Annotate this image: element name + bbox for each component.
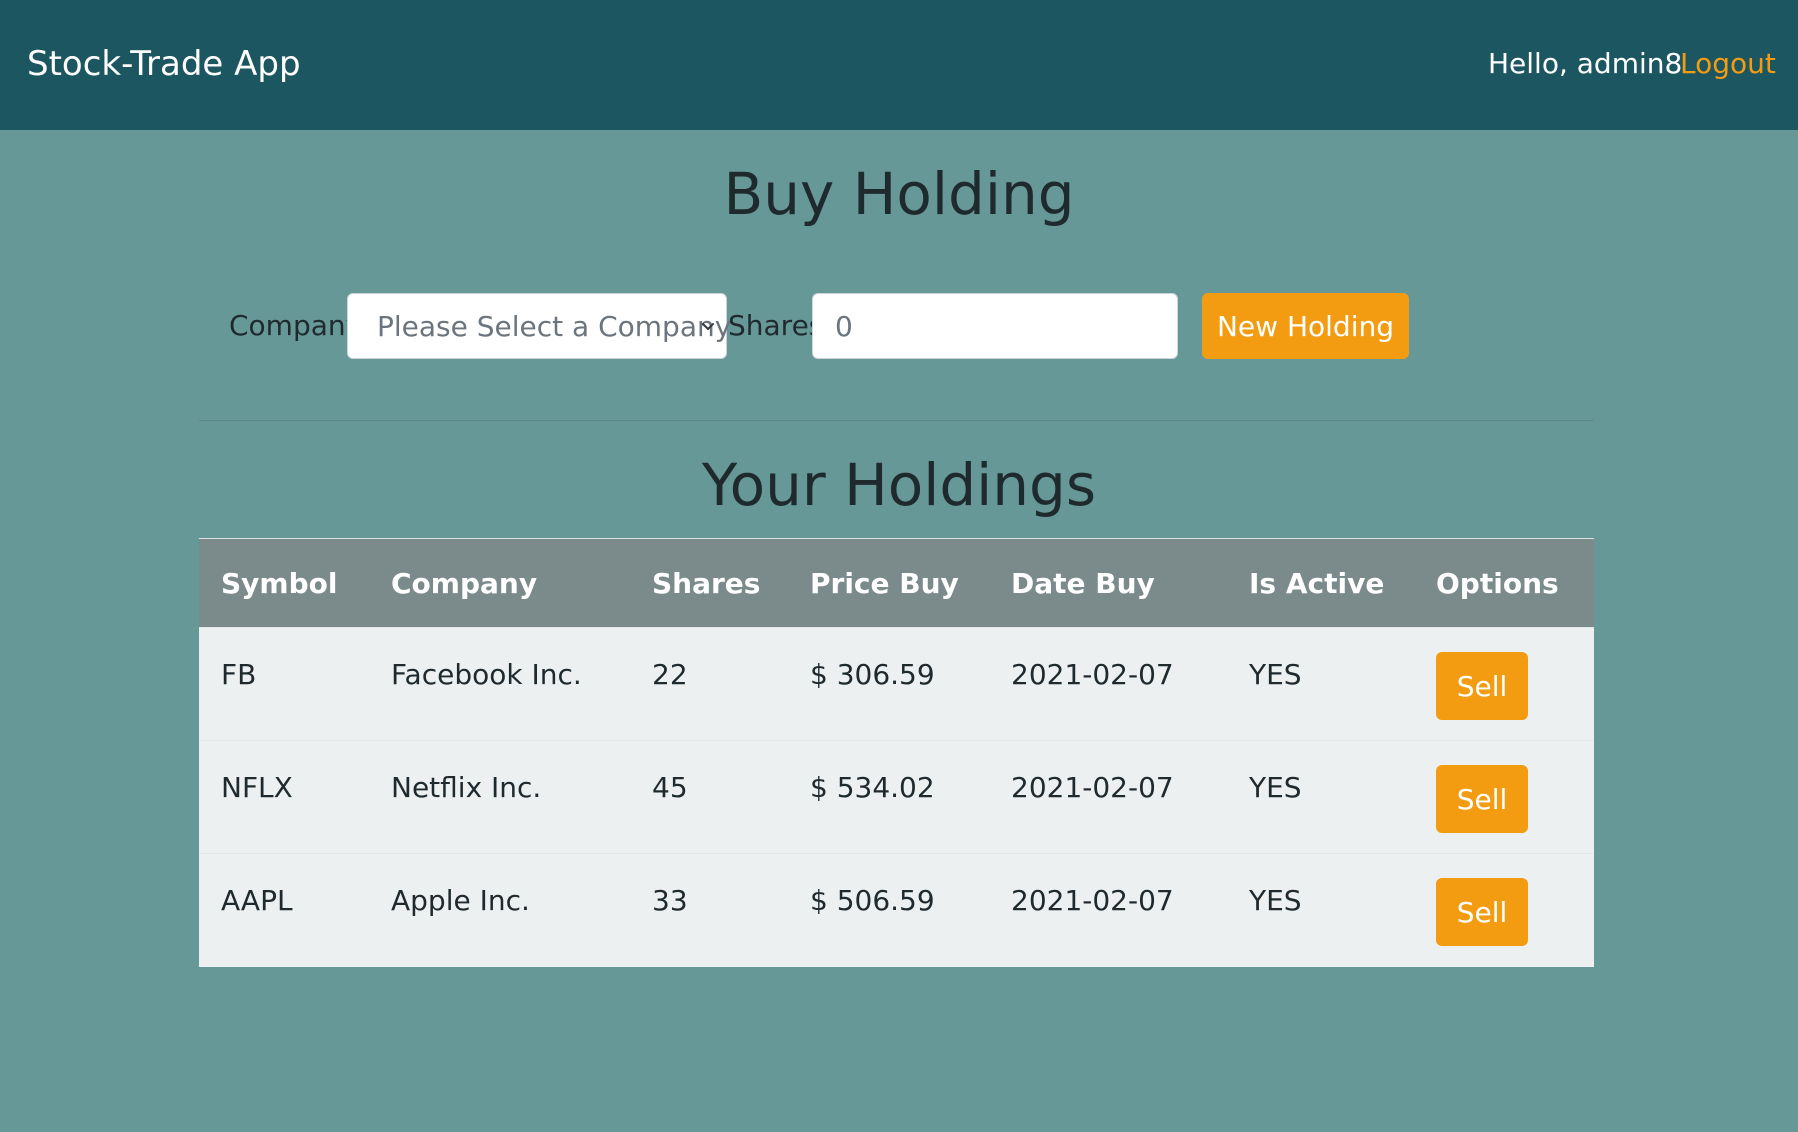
cell-company: Apple Inc. [391, 884, 530, 917]
cell-symbol: FB [221, 658, 257, 691]
cell-options: Sell [1414, 854, 1594, 967]
cell-date-buy: 2021-02-07 [1011, 658, 1174, 691]
column-header-symbol: Symbol [221, 566, 338, 600]
column-header-price-buy: Price Buy [810, 566, 959, 600]
sell-button[interactable]: Sell [1436, 878, 1528, 946]
cell-is-active: YES [1249, 771, 1302, 804]
company-label: Company [229, 309, 363, 342]
table-header-row: Symbol Company Shares Price Buy Date Buy… [199, 538, 1594, 628]
new-holding-button[interactable]: New Holding [1202, 293, 1409, 359]
buy-holding-title: Buy Holding [723, 160, 1075, 228]
brand-link[interactable]: Stock-Trade App [27, 44, 301, 84]
navbar: Stock-Trade App Hello, admin8 Logout [0, 0, 1798, 130]
company-select[interactable]: Please Select a Company [347, 293, 731, 359]
column-header-options: Options [1436, 566, 1559, 600]
section-divider [199, 420, 1594, 421]
cell-symbol: AAPL [221, 884, 293, 917]
cell-symbol: NFLX [221, 771, 293, 804]
column-header-is-active: Is Active [1249, 566, 1385, 600]
cell-date-buy: 2021-02-07 [1011, 884, 1174, 917]
holdings-table-container: Symbol Company Shares Price Buy Date Buy… [199, 538, 1594, 967]
logout-link[interactable]: Logout [1680, 47, 1776, 80]
sell-button[interactable]: Sell [1436, 652, 1528, 720]
cell-options: Sell [1414, 628, 1594, 741]
cell-shares: 22 [652, 658, 688, 691]
user-greeting: Hello, admin8 [1488, 47, 1683, 80]
column-header-shares: Shares [652, 566, 761, 600]
cell-is-active: YES [1249, 658, 1302, 691]
chevron-down-icon [702, 323, 714, 330]
cell-price-buy: $ 506.59 [810, 884, 935, 917]
your-holdings-title: Your Holdings [701, 451, 1097, 519]
holdings-table: Symbol Company Shares Price Buy Date Buy… [199, 538, 1594, 967]
cell-options: Sell [1414, 741, 1594, 854]
sell-button[interactable]: Sell [1436, 765, 1528, 833]
cell-is-active: YES [1249, 884, 1302, 917]
cell-shares: 33 [652, 884, 688, 917]
column-header-company: Company [391, 566, 538, 600]
table-row: NFLX Netflix Inc. 45 $ 534.02 2021-02-07… [199, 740, 1594, 854]
cell-shares: 45 [652, 771, 688, 804]
shares-label: Shares [728, 309, 824, 342]
company-select-value: Please Select a Company [377, 310, 732, 343]
cell-company: Facebook Inc. [391, 658, 582, 691]
cell-price-buy: $ 534.02 [810, 771, 935, 804]
table-row: AAPL Apple Inc. 33 $ 506.59 2021-02-07 Y… [199, 853, 1594, 967]
cell-price-buy: $ 306.59 [810, 658, 935, 691]
column-header-date-buy: Date Buy [1011, 566, 1155, 600]
shares-input[interactable] [812, 293, 1178, 359]
table-row: FB Facebook Inc. 22 $ 306.59 2021-02-07 … [199, 627, 1594, 741]
cell-date-buy: 2021-02-07 [1011, 771, 1174, 804]
cell-company: Netflix Inc. [391, 771, 542, 804]
